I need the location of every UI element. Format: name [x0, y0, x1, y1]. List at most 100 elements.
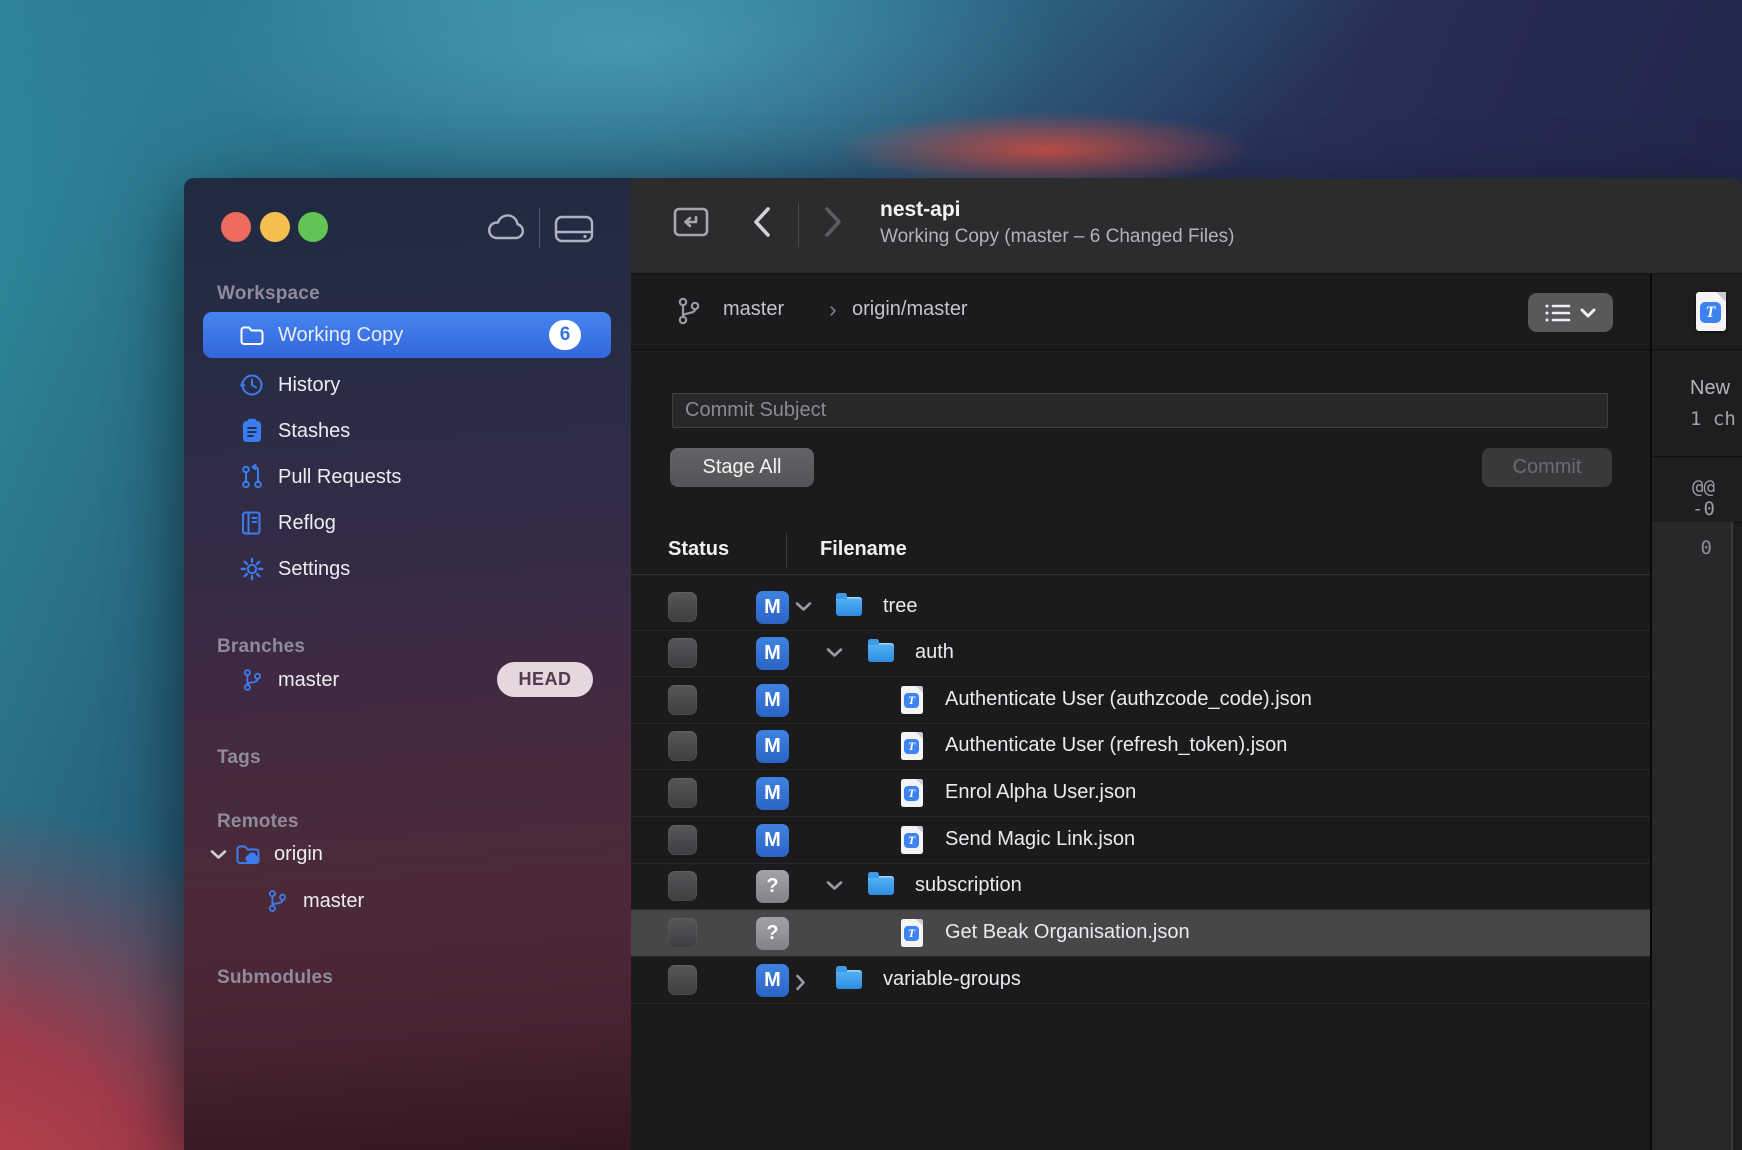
folder-icon [868, 643, 894, 662]
commit-subject-input[interactable] [672, 393, 1608, 428]
file-name: variable-groups [883, 968, 1021, 991]
status-badge: M [756, 684, 789, 717]
app-window: Workspace Working Copy6 History Stashes Pull… [184, 178, 1742, 1150]
chevron-down-icon[interactable] [210, 849, 227, 860]
stage-checkbox[interactable] [668, 825, 697, 855]
clipboard-icon [239, 418, 265, 444]
file-row-send-magic-link-json[interactable]: M T Send Magic Link.json [631, 817, 1652, 864]
forward-button[interactable] [822, 205, 844, 239]
diff-file-header: T [1652, 274, 1742, 350]
sidebar-section-remotes: Remotes [217, 811, 299, 833]
file-name: Get Beak Organisation.json [945, 921, 1190, 944]
file-row-authenticate-user-authzcode-code-json[interactable]: M T Authenticate User (authzcode_code).jso… [631, 677, 1652, 724]
file-row-variable-groups[interactable]: Mvariable-groups [631, 957, 1652, 1004]
repo-subtitle: Working Copy (master – 6 Changed Files) [880, 226, 1234, 248]
sidebar-section-tags: Tags [217, 747, 261, 769]
stage-checkbox[interactable] [668, 592, 697, 622]
sidebar-item-pull-requests[interactable]: Pull Requests [203, 454, 611, 500]
nav-divider [798, 203, 799, 247]
file-row-get-beak-organisation-json[interactable]: ?TGet Beak Organisation.json [631, 910, 1652, 957]
file-row-subscription[interactable]: ?subscription [631, 863, 1652, 910]
sidebar-item-label: History [278, 374, 340, 397]
history-icon [239, 372, 265, 398]
status-badge: M [756, 591, 789, 624]
book-icon [239, 510, 265, 536]
file-table-header: Status Filename [631, 528, 1652, 575]
status-badge: ? [756, 870, 789, 903]
diff-file-summary: New 1 ch [1652, 350, 1742, 457]
folder-icon [239, 322, 265, 348]
stage-checkbox[interactable] [668, 965, 697, 995]
stage-checkbox[interactable] [668, 918, 697, 948]
column-status[interactable]: Status [668, 538, 729, 561]
sidebar-item-label: Settings [278, 558, 350, 581]
diff-changes-text: 1 ch [1690, 408, 1736, 430]
file-row-tree[interactable]: Mtree [631, 584, 1652, 631]
stage-checkbox[interactable] [668, 871, 697, 901]
sidebar-item-stashes[interactable]: Stashes [203, 408, 611, 454]
repo-title: nest-api [880, 198, 961, 222]
chevron-down-icon[interactable] [795, 601, 812, 612]
sidebar-item-working-copy[interactable]: Working Copy6 [203, 312, 611, 358]
file-name: Send Magic Link.json [945, 828, 1135, 851]
stage-all-button[interactable]: Stage All [670, 448, 814, 487]
branch-bar: master › origin/master [631, 274, 1652, 350]
pullrequest-icon [239, 464, 265, 490]
branch-icon [677, 296, 701, 326]
current-branch[interactable]: master [723, 298, 784, 321]
changed-count-badge: 6 [549, 320, 581, 350]
main-region: nest-api Working Copy (master – 6 Change… [631, 178, 1742, 1150]
upstream-branch[interactable]: origin/master [852, 298, 968, 321]
sidebar-section-workspace: Workspace [217, 283, 320, 305]
sidebar-item-master[interactable]: master [203, 878, 611, 924]
file-name: Enrol Alpha User.json [945, 781, 1136, 804]
view-options-button[interactable] [1528, 293, 1613, 332]
sidebar-item-label: Reflog [278, 512, 336, 535]
stage-checkbox[interactable] [668, 638, 697, 668]
sidebar-item-reflog[interactable]: Reflog [203, 500, 611, 546]
sidebar-item-label: origin [274, 843, 323, 866]
head-badge: HEAD [497, 662, 593, 697]
sidebar-item-label: Stashes [278, 420, 350, 443]
enter-folder-icon[interactable] [672, 204, 710, 240]
file-name: Authenticate User (authzcode_code).json [945, 688, 1312, 711]
branch-icon [239, 667, 265, 693]
branch-icon [264, 888, 290, 914]
diff-panel: T New 1 ch @@ -0 0 [1652, 274, 1742, 1150]
commit-button[interactable]: Commit [1482, 448, 1612, 487]
sidebar-item-history[interactable]: History [203, 362, 611, 408]
file-name: tree [883, 595, 917, 618]
stage-checkbox[interactable] [668, 685, 697, 715]
json-document-icon: T [901, 686, 923, 714]
file-row-authenticate-user-refresh-token-json[interactable]: MTAuthenticate User (refresh_token).json [631, 723, 1652, 770]
chevron-down-icon [1580, 308, 1596, 318]
sidebar-item-origin[interactable]: origin [203, 831, 611, 877]
json-document-icon: T [901, 826, 923, 854]
status-badge: M [756, 637, 789, 670]
sidebar-item-settings[interactable]: Settings [203, 546, 611, 592]
chevron-right-icon[interactable] [795, 974, 806, 991]
foldercloud-icon [235, 841, 261, 867]
status-badge: M [756, 964, 789, 997]
gear-icon [239, 556, 265, 582]
diff-line-gutter: 0 [1652, 522, 1733, 1150]
diff-hunk-text: @@ -0 [1692, 476, 1742, 520]
file-name: Authenticate User (refresh_token).json [945, 734, 1287, 757]
diff-status-label: New [1690, 377, 1730, 400]
file-row-enrol-alpha-user-json[interactable]: MTEnrol Alpha User.json [631, 770, 1652, 817]
sidebar-section-branches: Branches [217, 636, 305, 658]
status-badge: M [756, 824, 789, 857]
file-row-auth[interactable]: Mauth [631, 630, 1652, 677]
chevron-down-icon[interactable] [826, 880, 843, 891]
sidebar-item-label: master [303, 890, 364, 913]
column-filename[interactable]: Filename [820, 538, 907, 561]
title-bar: nest-api Working Copy (master – 6 Change… [631, 178, 1742, 274]
back-button[interactable] [751, 205, 773, 239]
status-badge: ? [756, 917, 789, 950]
chevron-down-icon[interactable] [826, 647, 843, 658]
stage-checkbox[interactable] [668, 778, 697, 808]
status-badge: M [756, 777, 789, 810]
sidebar-section-submodules: Submodules [217, 967, 333, 989]
sidebar: Workspace Working Copy6 History Stashes Pull… [184, 178, 632, 1150]
stage-checkbox[interactable] [668, 731, 697, 761]
